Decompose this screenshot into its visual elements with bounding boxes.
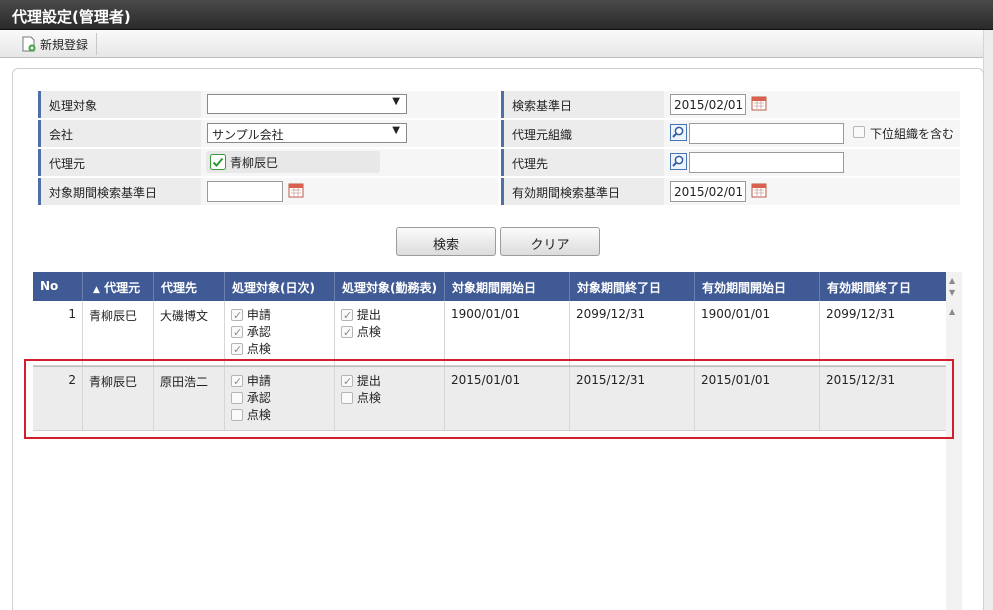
- col-no[interactable]: No: [33, 272, 83, 301]
- submit-checkbox: [341, 307, 353, 324]
- window-title: 代理設定(管理者): [0, 0, 993, 30]
- col-target-start[interactable]: 対象期間開始日: [445, 272, 570, 301]
- calendar-icon[interactable]: [751, 95, 767, 111]
- cell-no: 1: [33, 301, 83, 365]
- search-base-date-input[interactable]: 2015/02/01: [670, 94, 746, 115]
- cell-valid-end: 2099/12/31: [826, 307, 896, 321]
- col-target-daily[interactable]: 処理対象(日次): [225, 272, 335, 301]
- dropdown-arrow-icon: ▼: [392, 96, 400, 107]
- period-base-label: 対象期間検索基準日: [38, 178, 201, 205]
- toolbar: 新規登録: [0, 30, 993, 58]
- delegator-label: 代理元: [38, 149, 201, 176]
- submit-label: 提出: [356, 308, 381, 322]
- col-delegator[interactable]: ▲ 代理元: [83, 272, 154, 301]
- target-label: 処理対象: [38, 91, 201, 118]
- cell-valid-start: 1900/01/01: [695, 301, 820, 365]
- company-label: 会社: [38, 120, 201, 147]
- scroll-up-icon[interactable]: ▲: [949, 307, 955, 316]
- inspect-label: 点検: [246, 342, 271, 356]
- apply-label: 申請: [246, 308, 271, 322]
- delegate-label: 代理先: [501, 149, 664, 176]
- company-select[interactable]: サンプル会社 ▼: [207, 123, 407, 143]
- apply-checkbox: [231, 307, 243, 324]
- scroll-up-icon[interactable]: ▲: [949, 276, 955, 285]
- delegator-org-input[interactable]: [689, 123, 844, 144]
- inspect-checkbox: [341, 324, 353, 341]
- col-target-end[interactable]: 対象期間終了日: [570, 272, 695, 301]
- dropdown-arrow-icon: ▼: [392, 125, 400, 136]
- calendar-icon[interactable]: [288, 182, 304, 198]
- search-magnifier-icon[interactable]: [670, 153, 687, 170]
- sort-asc-icon: ▲: [93, 285, 100, 295]
- inspect-checkbox: [231, 341, 243, 358]
- col-delegator-label: 代理元: [104, 281, 141, 295]
- delegator-user-chip[interactable]: 青柳辰巳: [206, 151, 380, 173]
- col-delegate[interactable]: 代理先: [154, 272, 225, 301]
- include-sub-org-label: 下位組織を含む: [870, 127, 955, 141]
- valid-base-date-input[interactable]: 2015/02/01: [670, 181, 746, 202]
- search-magnifier-icon[interactable]: [670, 124, 687, 141]
- new-registration-button[interactable]: 新規登録: [14, 33, 98, 55]
- approve-label: 承認: [246, 325, 271, 339]
- cell-delegator: 青柳辰巳: [83, 301, 154, 365]
- page-scrollbar[interactable]: [983, 30, 993, 610]
- col-target-attendance[interactable]: 処理対象(勤務表): [335, 272, 445, 301]
- highlight-frame: [24, 359, 954, 439]
- company-select-value: サンプル会社: [212, 128, 284, 142]
- col-valid-end[interactable]: 有効期間終了日: [820, 272, 946, 301]
- cell-target-end: 2099/12/31: [570, 301, 695, 365]
- new-document-icon: [22, 36, 36, 52]
- new-registration-label: 新規登録: [40, 38, 89, 52]
- period-base-date-input[interactable]: [207, 181, 283, 202]
- delegator-org-label: 代理元組織: [501, 120, 664, 147]
- grid-header: No ▲ 代理元 代理先 処理対象(日次) 処理対象(勤務表) 対象期間開始日 …: [33, 272, 946, 301]
- table-row[interactable]: 1 青柳辰巳 大磯博文 申請 承認 点検 提出 点検 1900/01/01 20…: [33, 301, 946, 366]
- grid-scrollbar[interactable]: ▲ ▼ ▲: [946, 272, 962, 610]
- scroll-down-icon[interactable]: ▼: [949, 288, 955, 297]
- col-valid-start[interactable]: 有効期間開始日: [695, 272, 820, 301]
- cell-delegate: 大磯博文: [154, 301, 225, 365]
- include-sub-org-checkbox[interactable]: [853, 126, 865, 138]
- cell-target-attendance: 提出 点検: [335, 301, 445, 365]
- cell-target-daily: 申請 承認 点検: [225, 301, 335, 365]
- search-base-label: 検索基準日: [501, 91, 664, 118]
- delegate-input[interactable]: [689, 152, 844, 173]
- target-select[interactable]: ▼: [207, 94, 407, 114]
- cell-target-start: 1900/01/01: [445, 301, 570, 365]
- approve-checkbox: [231, 324, 243, 341]
- calendar-icon[interactable]: [751, 182, 767, 198]
- inspect-label: 点検: [356, 325, 381, 339]
- valid-base-label: 有効期間検索基準日: [501, 178, 664, 205]
- search-button[interactable]: 検索: [396, 227, 496, 256]
- clear-button[interactable]: クリア: [500, 227, 600, 256]
- delegator-user-name: 青柳辰巳: [230, 155, 279, 170]
- green-check-icon: [210, 154, 226, 170]
